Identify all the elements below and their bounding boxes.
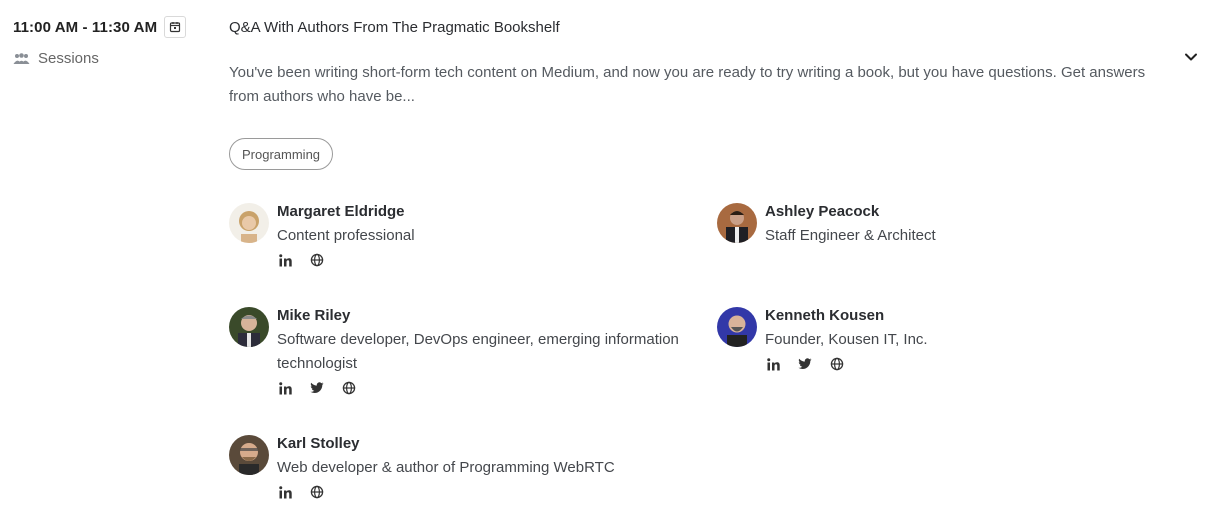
linkedin-icon[interactable] (765, 356, 781, 372)
speaker-card[interactable]: Ashley Peacock Staff Engineer & Architec… (717, 202, 936, 248)
twitter-icon[interactable] (797, 356, 813, 372)
globe-icon[interactable] (309, 484, 325, 500)
linkedin-icon[interactable] (277, 484, 293, 500)
speaker-role: Content professional (277, 227, 415, 244)
session-title[interactable]: Q&A With Authors From The Pragmatic Book… (229, 19, 560, 36)
chevron-down-icon[interactable] (1184, 50, 1198, 69)
speaker-card[interactable]: Karl Stolley Web developer & author of P… (229, 434, 615, 500)
people-icon (13, 52, 30, 65)
speaker-card[interactable]: Margaret Eldridge Content professional (229, 202, 415, 268)
speaker-role: Staff Engineer & Architect (765, 227, 936, 244)
twitter-icon[interactable] (309, 380, 325, 396)
speaker-name: Margaret Eldridge (277, 203, 405, 220)
avatar (717, 307, 757, 347)
speaker-name: Kenneth Kousen (765, 307, 885, 324)
speaker-name: Ashley Peacock (765, 203, 880, 220)
session-time: 11:00 AM - 11:30 AM (13, 18, 158, 36)
session-type: Sessions (13, 50, 186, 67)
speaker-role: Founder, Kousen IT, Inc. (765, 331, 928, 348)
add-to-calendar-button[interactable] (164, 16, 187, 38)
globe-icon[interactable] (341, 380, 357, 396)
calendar-icon (170, 22, 181, 33)
globe-icon[interactable] (309, 252, 325, 268)
avatar (717, 203, 757, 243)
avatar (229, 203, 269, 243)
speaker-name: Karl Stolley (277, 435, 360, 452)
avatar (229, 435, 269, 475)
topic-tag[interactable]: Programming (229, 138, 334, 170)
globe-icon[interactable] (829, 356, 845, 372)
linkedin-icon[interactable] (277, 380, 293, 396)
session-meta: 11:00 AM - 11:30 AM Sessions (13, 16, 187, 67)
speaker-role: Web developer & author of Programming We… (277, 459, 615, 476)
speaker-name: Mike Riley (277, 307, 351, 324)
speaker-card[interactable]: Mike Riley Software developer, DevOps en… (229, 306, 687, 396)
session-description: You've been writing short-form tech cont… (229, 64, 1146, 105)
speaker-card[interactable]: Kenneth Kousen Founder, Kousen IT, Inc. (717, 306, 928, 372)
linkedin-icon[interactable] (277, 252, 293, 268)
speaker-role: Software developer, DevOps engineer, eme… (277, 331, 679, 372)
session-type-label: Sessions (38, 50, 99, 67)
avatar (229, 307, 269, 347)
time-row: 11:00 AM - 11:30 AM (13, 16, 187, 38)
